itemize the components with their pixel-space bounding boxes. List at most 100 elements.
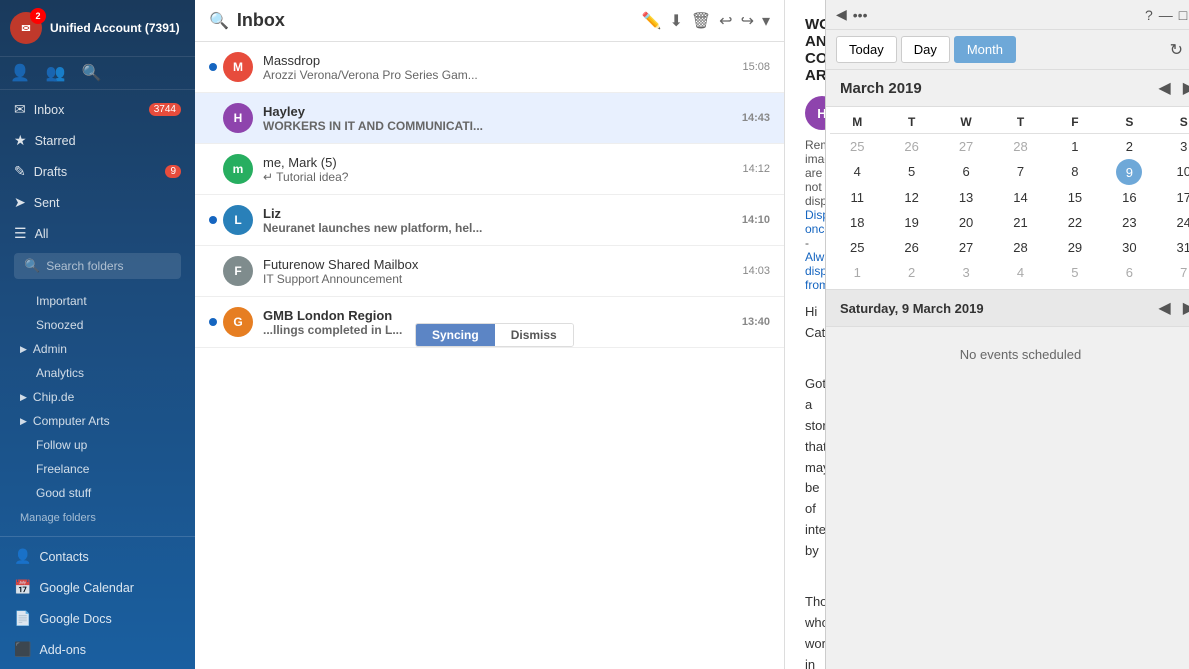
calendar-day[interactable]: 10 — [1157, 159, 1189, 185]
bottom-item-google-docs[interactable]: 📄 Google Docs — [0, 603, 195, 634]
search-person-icon[interactable]: 🔍 — [82, 63, 102, 83]
bottom-item-label: Add-ons — [39, 643, 86, 657]
sidebar-item-all[interactable]: ☰ All — [0, 218, 195, 249]
folder-chip-de[interactable]: ▶ Chip.de — [0, 385, 195, 409]
bottom-item-google-calendar[interactable]: 📅 Google Calendar — [0, 572, 195, 603]
email-list-item[interactable]: M Massdrop Arozzi Verona/Verona Pro Seri… — [195, 42, 784, 93]
calendar-day[interactable]: 19 — [884, 210, 938, 235]
calendar-day[interactable]: 16 — [1102, 185, 1156, 210]
email-list-item[interactable]: G GMB London Region ...llings completed … — [195, 297, 784, 348]
calendar-day[interactable]: 13 — [939, 185, 993, 210]
display-once-link[interactable]: Display once — [805, 208, 825, 236]
edit-icon[interactable]: ✏️ — [642, 11, 662, 31]
calendar-day[interactable]: 3 — [1157, 134, 1189, 159]
calendar-day[interactable]: 28 — [993, 235, 1047, 260]
calendar-day[interactable]: 27 — [939, 134, 993, 159]
calendar-day[interactable]: 28 — [993, 134, 1047, 159]
calendar-day[interactable]: 24 — [1157, 210, 1189, 235]
calendar-day[interactable]: 12 — [884, 185, 938, 210]
calendar-day[interactable]: 31 — [1157, 235, 1189, 260]
sidebar-item-label: Drafts — [34, 165, 158, 179]
email-list-item[interactable]: F Futurenow Shared Mailbox IT Support An… — [195, 246, 784, 297]
folder-follow-up[interactable]: Follow up — [0, 433, 195, 457]
calendar-day[interactable]: 25 — [830, 134, 884, 159]
calendar-day[interactable]: 2 — [884, 260, 938, 285]
folder-computer-arts[interactable]: ▶ Computer Arts — [0, 409, 195, 433]
calendar-day[interactable]: 1 — [830, 260, 884, 285]
prev-date-icon[interactable]: ◀ — [1152, 298, 1176, 318]
calendar-day[interactable]: 27 — [939, 235, 993, 260]
calendar-day[interactable]: 7 — [993, 159, 1047, 185]
email-list-item[interactable]: L Liz Neuranet launches new platform, he… — [195, 195, 784, 246]
maximize-icon[interactable]: □ — [1179, 7, 1187, 23]
calendar-day[interactable]: 9 — [1116, 159, 1142, 185]
person-icon[interactable]: 👤 — [10, 63, 30, 83]
calendar-day[interactable]: 11 — [830, 185, 884, 210]
bottom-item-contacts[interactable]: 👤 Contacts — [0, 541, 195, 572]
calendar-day[interactable]: 25 — [830, 235, 884, 260]
day-button[interactable]: Day — [901, 36, 950, 63]
calendar-day[interactable]: 1 — [1048, 134, 1102, 159]
calendar-day[interactable]: 30 — [1102, 235, 1156, 260]
more-icon[interactable]: ••• — [853, 7, 868, 23]
calendar-day[interactable]: 8 — [1048, 159, 1102, 185]
next-date-icon[interactable]: ▶ — [1177, 298, 1189, 318]
next-month-button[interactable]: ▶ — [1177, 78, 1189, 98]
sidebar-item-starred[interactable]: ★ Starred — [0, 125, 195, 156]
folder-important[interactable]: Important — [0, 289, 195, 313]
help-icon[interactable]: ? — [1145, 7, 1153, 23]
calendar-day[interactable]: 3 — [939, 260, 993, 285]
email-content: Hayley WORKERS IN IT AND COMMUNICATI... — [263, 104, 734, 133]
reply-icon[interactable]: ↩ — [719, 11, 732, 31]
search-icon[interactable]: 🔍 — [209, 11, 229, 31]
folder-good-stuff[interactable]: Good stuff — [0, 481, 195, 505]
sidebar-item-drafts[interactable]: ✎ Drafts 9 — [0, 156, 195, 187]
calendar-day[interactable]: 2 — [1102, 134, 1156, 159]
calendar-day[interactable]: 5 — [1048, 260, 1102, 285]
calendar-day[interactable]: 4 — [993, 260, 1047, 285]
calendar-day[interactable]: 6 — [939, 159, 993, 185]
calendar-day[interactable]: 14 — [993, 185, 1047, 210]
always-display-link[interactable]: Always display from — [805, 250, 825, 292]
calendar-day[interactable]: 21 — [993, 210, 1047, 235]
manage-folders[interactable]: Manage folders — [0, 505, 195, 531]
syncing-button[interactable]: Syncing — [416, 324, 495, 346]
email-list-item[interactable]: H Hayley WORKERS IN IT AND COMMUNICATI..… — [195, 93, 784, 144]
folder-admin[interactable]: ▶ Admin — [0, 337, 195, 361]
refresh-icon[interactable]: ↻ — [1170, 40, 1183, 60]
calendar-day[interactable]: 4 — [830, 159, 884, 185]
calendar-day[interactable]: 29 — [1048, 235, 1102, 260]
calendar-day[interactable]: 22 — [1048, 210, 1102, 235]
search-folders[interactable]: 🔍 Search folders — [14, 253, 181, 279]
sidebar-item-inbox[interactable]: ✉ Inbox 3744 — [0, 94, 195, 125]
month-button[interactable]: Month — [954, 36, 1016, 63]
folder-freelance[interactable]: Freelance — [0, 457, 195, 481]
sidebar-item-sent[interactable]: ➤ Sent — [0, 187, 195, 218]
calendar-day[interactable]: 20 — [939, 210, 993, 235]
calendar-day[interactable]: 17 — [1157, 185, 1189, 210]
delete-icon[interactable]: 🗑 — [691, 11, 711, 31]
person2-icon[interactable]: 👥 — [46, 63, 66, 83]
today-button[interactable]: Today — [836, 36, 897, 63]
calendar-day[interactable]: 7 — [1157, 260, 1189, 285]
calendar-day[interactable]: 18 — [830, 210, 884, 235]
calendar-day[interactable]: 15 — [1048, 185, 1102, 210]
bottom-item-label: Google Docs — [39, 612, 111, 626]
email-list-item[interactable]: m me, Mark (5) ↵ Tutorial idea? 14:12 — [195, 144, 784, 195]
forward-icon[interactable]: ↪ — [741, 11, 754, 31]
calendar-day[interactable]: 6 — [1102, 260, 1156, 285]
calendar-day[interactable]: 23 — [1102, 210, 1156, 235]
calendar-day[interactable]: 26 — [884, 134, 938, 159]
calendar-day[interactable]: 5 — [884, 159, 938, 185]
calendar-day[interactable]: 26 — [884, 235, 938, 260]
back-icon[interactable]: ◀ — [836, 6, 847, 23]
download-icon[interactable]: ⬇ — [669, 11, 682, 31]
dismiss-button[interactable]: Dismiss — [495, 324, 573, 346]
minimize-icon[interactable]: — — [1159, 7, 1173, 23]
folder-snoozed[interactable]: Snoozed — [0, 313, 195, 337]
search-folders-label: Search folders — [46, 259, 123, 273]
prev-month-button[interactable]: ◀ — [1152, 78, 1176, 98]
bottom-item-add-ons[interactable]: ⬛ Add-ons — [0, 634, 195, 665]
folder-analytics[interactable]: Analytics — [0, 361, 195, 385]
more-icon[interactable]: ▾ — [762, 11, 770, 31]
